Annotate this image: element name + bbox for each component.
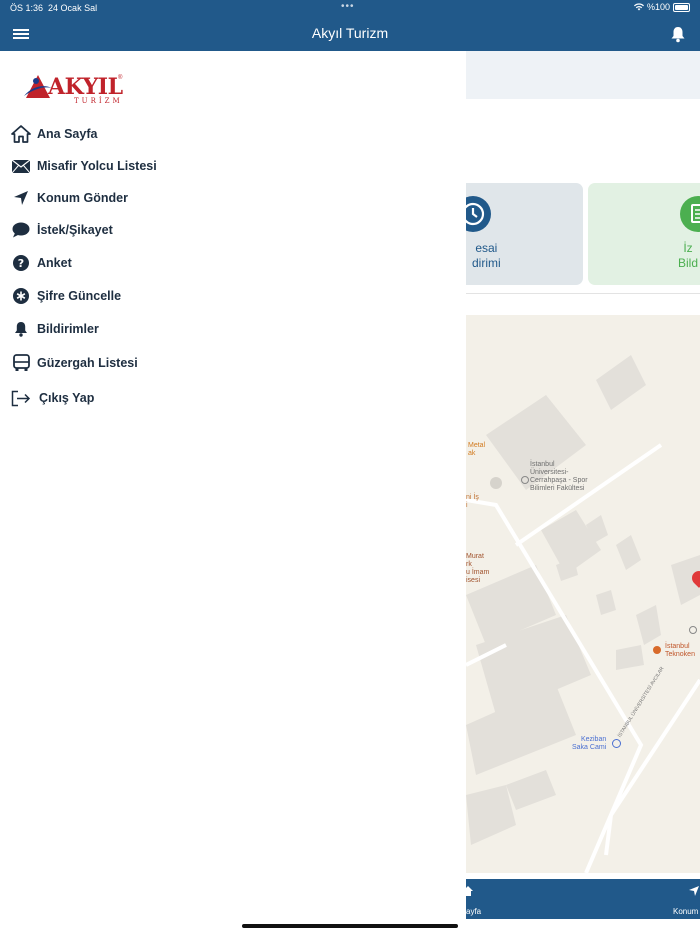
- menu-item-guzergah-listesi[interactable]: Güzergah Listesi: [0, 348, 466, 378]
- multitask-dots[interactable]: •••: [341, 1, 355, 12]
- sign-out-icon: [11, 388, 31, 408]
- menu-item-cikis-yap[interactable]: Çıkış Yap: [0, 383, 466, 413]
- menu-label: İstek/Şikayet: [37, 223, 113, 237]
- card-line-1: esai: [475, 241, 498, 255]
- home-tab-icon[interactable]: [466, 885, 474, 897]
- map-label-cami: Keziban Saka Cami: [572, 736, 607, 751]
- place-marker-icon: [689, 626, 697, 634]
- menu-item-konum-gonder[interactable]: Konum Gönder: [0, 183, 466, 213]
- menu-label: Misafir Yolcu Listesi: [37, 159, 157, 173]
- bell-icon: [11, 319, 31, 339]
- tab-home-label[interactable]: ayfa: [466, 907, 481, 916]
- location-arrow-icon: [11, 188, 31, 208]
- menu-item-sifre-guncelle[interactable]: Şifre Güncelle: [0, 281, 466, 311]
- map-label-is: ni İş i: [466, 494, 479, 509]
- menu-item-bildirimler[interactable]: Bildirimler: [0, 314, 466, 344]
- question-icon: ?: [11, 253, 31, 273]
- tekno-marker-icon: [653, 646, 661, 654]
- menu-item-ana-sayfa[interactable]: Ana Sayfa: [0, 119, 466, 149]
- menu-label: Konum Gönder: [37, 191, 128, 205]
- home-content-background: esai dirimi İz Bild Metal ak İstanbul Ün…: [466, 51, 700, 934]
- card-line-2: Bild: [678, 256, 699, 270]
- asterisk-icon: [11, 286, 31, 306]
- map-view[interactable]: Metal ak İstanbul Üniversitesi-Cerrahpaşa…: [466, 315, 700, 873]
- card-line-1: İz: [683, 241, 693, 255]
- map-label-metal: Metal ak: [468, 442, 486, 457]
- notification-bell-icon[interactable]: [670, 26, 686, 43]
- menu-label: Ana Sayfa: [37, 127, 98, 141]
- battery-icon: [673, 2, 690, 12]
- status-right: %100: [633, 2, 690, 12]
- speech-bubble-icon: [11, 220, 31, 240]
- map-label-tekno: İstanbul Teknoken: [665, 643, 695, 658]
- wifi-icon: [633, 3, 644, 11]
- menu-label: Anket: [37, 256, 72, 270]
- location-tab-icon[interactable]: [688, 885, 700, 897]
- menu-item-istek-sikayet[interactable]: İstek/Şikayet: [0, 215, 466, 245]
- menu-item-misafir-yolcu-listesi[interactable]: Misafir Yolcu Listesi: [0, 151, 466, 181]
- map-label-university: İstanbul Üniversitesi-Cerrahpaşa - Spor …: [530, 461, 588, 492]
- svg-text:?: ?: [18, 257, 24, 270]
- divider: [466, 293, 700, 294]
- tab-konum-label[interactable]: Konum: [673, 907, 698, 916]
- akyil-logo: AKYIL ® TURİZM: [20, 69, 130, 105]
- menu-item-anket[interactable]: ? Anket: [0, 248, 466, 278]
- envelope-icon: [11, 156, 31, 176]
- logo-subtext: TURİZM: [74, 97, 123, 105]
- menu-label: Güzergah Listesi: [37, 356, 138, 370]
- home-indicator[interactable]: [242, 924, 458, 928]
- page-title: Akyıl Turizm: [311, 25, 389, 41]
- menu-label: Şifre Güncelle: [37, 289, 122, 303]
- top-nav-bar: ÖS 1:36 24 Ocak Sal ••• %100 Akyıl Turiz…: [0, 0, 700, 51]
- mesai-bildirimi-card[interactable]: esai dirimi: [466, 183, 583, 285]
- info-bar: [466, 51, 700, 99]
- izin-bildirimi-card[interactable]: İz Bild: [588, 183, 700, 285]
- university-marker-icon: [521, 476, 529, 484]
- logo-registered: ®: [118, 75, 123, 81]
- card-line-2: dirimi: [472, 256, 501, 270]
- menu-label: Bildirimler: [37, 322, 99, 336]
- menu-label: Çıkış Yap: [39, 391, 95, 405]
- clock-icon: [466, 196, 491, 232]
- mosque-marker-icon: [612, 739, 621, 748]
- bus-icon: [11, 353, 31, 373]
- side-drawer: AKYIL ® TURİZM Ana Sayfa Misafir Yolcu L…: [0, 51, 466, 934]
- home-icon: [11, 124, 31, 144]
- status-time: ÖS 1:36 24 Ocak Sal: [10, 3, 98, 13]
- clipboard-icon: [680, 196, 700, 232]
- bottom-tab-bar: ayfa Konum: [466, 879, 700, 919]
- map-buildings: [466, 355, 700, 873]
- map-label-murat: Murat rk u İmam isesi: [466, 553, 490, 584]
- battery-percent: %100: [646, 2, 670, 12]
